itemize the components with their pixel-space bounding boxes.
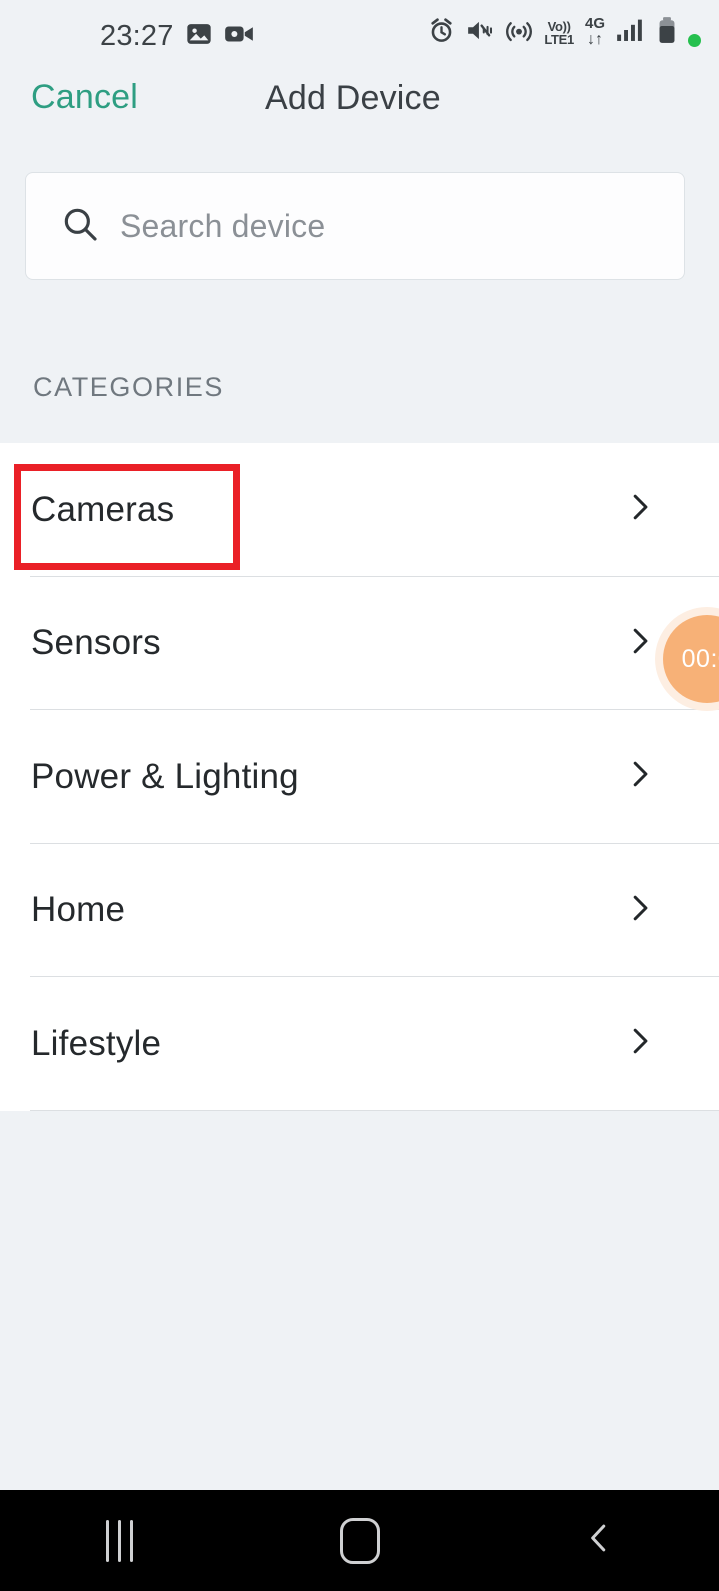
list-item-sensors[interactable]: Sensors xyxy=(0,576,719,710)
status-bar-clock: 23:27 xyxy=(100,19,174,52)
list-item-home[interactable]: Home xyxy=(0,843,719,977)
list-item-cameras[interactable]: Cameras xyxy=(0,443,719,577)
search-input[interactable]: Search device xyxy=(25,172,685,280)
image-icon xyxy=(185,20,213,53)
categories-section-label: CATEGORIES xyxy=(33,372,225,402)
mobile-data-icon: 4G ↓↑ xyxy=(585,16,605,49)
volte-bottom-label: LTE1 xyxy=(544,31,574,47)
list-item-label: Sensors xyxy=(31,623,161,663)
volte-icon: Vo)) LTE1 xyxy=(544,20,574,46)
page-title: Add Device xyxy=(265,79,441,117)
battery-icon xyxy=(657,16,677,49)
list-item-power-and-lighting[interactable]: Power & Lighting xyxy=(0,710,719,844)
status-bar: 23:27 Vo)) LTE1 4G ↓↑ xyxy=(0,0,719,72)
mute-vibrate-icon xyxy=(466,17,494,49)
cancel-button[interactable]: Cancel xyxy=(31,78,138,117)
chevron-right-icon xyxy=(623,1024,657,1063)
hotspot-icon xyxy=(505,17,533,49)
back-button[interactable] xyxy=(479,1519,719,1562)
list-item-lifestyle[interactable]: Lifestyle xyxy=(0,977,719,1111)
chevron-right-icon xyxy=(623,891,657,930)
phone-screen: 23:27 Vo)) LTE1 4G ↓↑ Cancel Add Device … xyxy=(0,0,719,1591)
recents-icon xyxy=(106,1519,134,1562)
video-camera-icon xyxy=(224,20,254,53)
data-arrows-label: ↓↑ xyxy=(586,30,603,48)
alarm-icon xyxy=(428,17,455,49)
categories-list: Cameras Sensors Power & Lighting Home Li… xyxy=(0,443,719,1111)
home-icon xyxy=(339,1517,380,1564)
chevron-right-icon xyxy=(623,490,657,529)
network-type-label: 4G xyxy=(584,15,605,33)
search-icon xyxy=(60,204,100,249)
green-dot-icon xyxy=(688,34,701,47)
search-placeholder: Search device xyxy=(120,207,326,244)
list-item-label: Home xyxy=(31,890,126,930)
chevron-right-icon xyxy=(623,757,657,796)
system-navigation-bar xyxy=(0,1490,719,1591)
timer-label: 00:0 xyxy=(681,644,719,673)
list-item-label: Power & Lighting xyxy=(31,756,299,796)
status-bar-right: Vo)) LTE1 4G ↓↑ xyxy=(428,16,701,49)
volte-top-label: Vo)) xyxy=(547,18,571,34)
signal-bars-icon xyxy=(616,17,646,48)
list-item-label: Cameras xyxy=(31,489,175,529)
timer-circle: 00:0 xyxy=(663,615,719,703)
nav-header: Cancel Add Device xyxy=(0,78,719,142)
list-divider xyxy=(30,1109,719,1111)
recents-button[interactable] xyxy=(0,1519,240,1562)
status-bar-left: 23:27 xyxy=(100,20,254,53)
list-item-label: Lifestyle xyxy=(31,1023,162,1063)
chevron-right-icon xyxy=(623,624,657,663)
back-icon xyxy=(580,1519,618,1562)
home-button[interactable] xyxy=(240,1517,480,1564)
